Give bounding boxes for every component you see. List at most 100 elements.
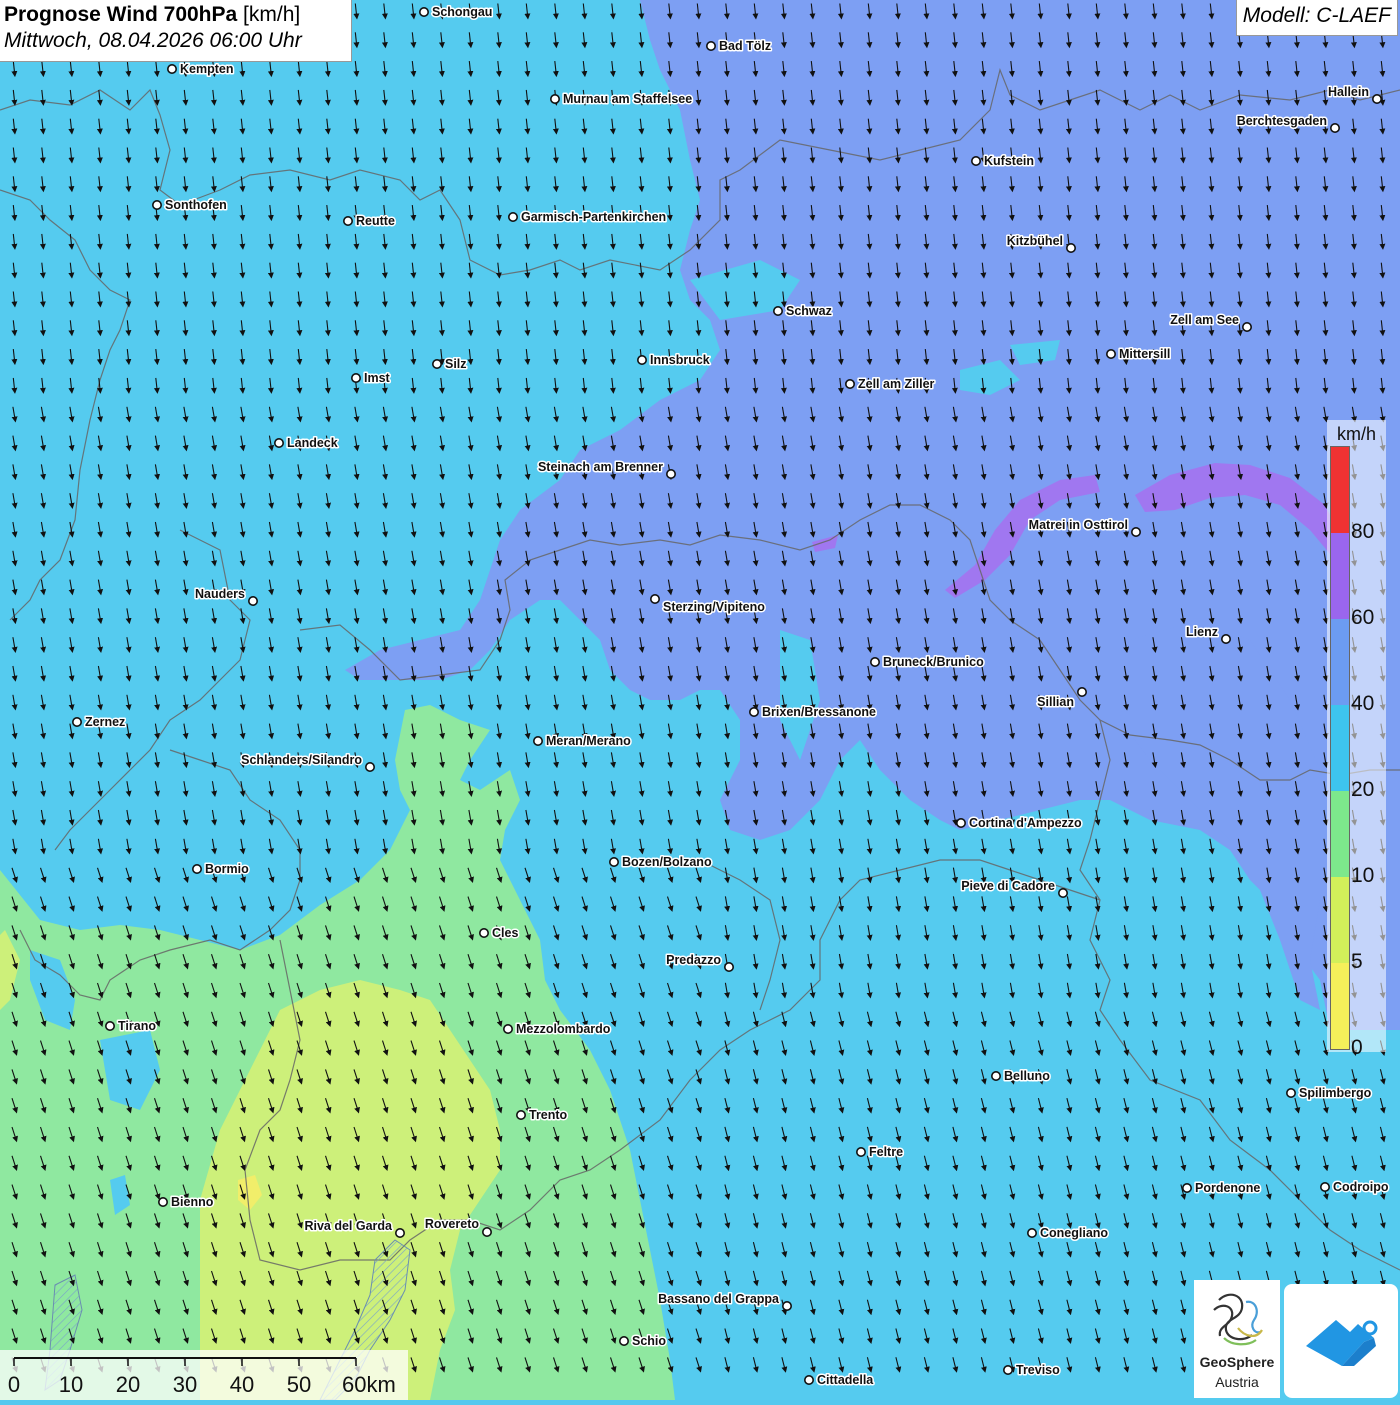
city-marker: Murnau am Staffelsee bbox=[549, 91, 694, 108]
legend-color-band bbox=[1331, 619, 1349, 705]
city-dot-icon bbox=[364, 761, 375, 772]
city-label: Cortina d'Ampezzo bbox=[969, 816, 1082, 830]
city-dot-icon bbox=[1372, 94, 1383, 105]
city-marker: Spilimbergo bbox=[1286, 1085, 1373, 1102]
city-dot-icon bbox=[855, 1147, 866, 1158]
city-dot-icon bbox=[1131, 526, 1142, 537]
city-label: Kufstein bbox=[984, 154, 1034, 168]
city-dot-icon bbox=[844, 378, 855, 389]
city-dot-icon bbox=[1106, 348, 1117, 359]
city-dot-icon bbox=[1058, 887, 1069, 898]
geosphere-swirl-icon bbox=[1213, 1293, 1263, 1346]
city-label: Innsbruck bbox=[650, 353, 710, 367]
legend-color-band bbox=[1331, 705, 1349, 791]
city-label: Pieve di Cadore bbox=[961, 879, 1055, 893]
scale-bar-label: 30 bbox=[173, 1372, 197, 1397]
city-label: Codroipo bbox=[1333, 1180, 1389, 1194]
logo-name-line2: Austria bbox=[1215, 1374, 1259, 1390]
city-dot-icon bbox=[532, 735, 543, 746]
city-label: Cittadella bbox=[817, 1373, 874, 1387]
city-dot-icon bbox=[1027, 1228, 1038, 1239]
city-label: Schwaz bbox=[786, 304, 832, 318]
map-title-box: Prognose Wind 700hPa [km/h] Mittwoch, 08… bbox=[0, 0, 352, 62]
legend-color-band bbox=[1331, 791, 1349, 877]
scale-bar-svg: 0 10 20 30 40 50 60km bbox=[8, 1357, 396, 1397]
city-label: Schlanders/Silandro bbox=[241, 753, 362, 767]
scale-bar: 0 10 20 30 40 50 60km bbox=[0, 1350, 408, 1400]
app-logo bbox=[1284, 1284, 1398, 1398]
legend-tick-label: 80 bbox=[1351, 520, 1375, 543]
city-dot-icon bbox=[618, 1336, 629, 1347]
city-label: Sonthofen bbox=[165, 198, 227, 212]
forecast-datetime: Mittwoch, 08.04.2026 06:00 Uhr bbox=[4, 29, 302, 52]
city-label: Riva del Garda bbox=[304, 1219, 393, 1233]
scale-bar-label: 40 bbox=[230, 1372, 254, 1397]
city-dot-icon bbox=[1320, 1182, 1331, 1193]
city-dot-icon bbox=[1182, 1183, 1193, 1194]
city-dot-icon bbox=[869, 656, 880, 667]
map-title: Prognose Wind 700hPa [km/h] bbox=[4, 3, 351, 27]
city-dot-icon bbox=[167, 64, 178, 75]
city-label: Pordenone bbox=[1195, 1181, 1260, 1195]
city-label: Cles bbox=[492, 926, 518, 940]
color-legend: km/h 0 5 10 20 40 60 80 bbox=[1327, 420, 1386, 1059]
scale-bar-label: 10 bbox=[59, 1372, 83, 1397]
legend-color-band bbox=[1331, 447, 1349, 533]
city-label: Nauders bbox=[195, 587, 245, 601]
legend-color-band bbox=[1331, 963, 1349, 1049]
city-dot-icon bbox=[990, 1071, 1001, 1082]
city-dot-icon bbox=[1242, 321, 1253, 332]
city-label: Kempten bbox=[180, 62, 233, 76]
city-dot-icon bbox=[152, 200, 163, 211]
city-dot-icon bbox=[955, 817, 966, 828]
city-label: Treviso bbox=[1016, 1363, 1060, 1377]
scale-bar-label: 50 bbox=[287, 1372, 311, 1397]
city-label: Reutte bbox=[356, 214, 395, 228]
geosphere-logo: GeoSphere Austria bbox=[1194, 1280, 1280, 1398]
city-dot-icon bbox=[273, 437, 284, 448]
city-dot-icon bbox=[431, 358, 442, 369]
legend-color-bar bbox=[1330, 446, 1350, 1050]
city-dot-icon bbox=[478, 927, 489, 938]
city-label: Bad Tölz bbox=[719, 39, 771, 53]
city-dot-icon bbox=[72, 716, 83, 727]
city-label: Hallein bbox=[1328, 85, 1369, 99]
city-label: Silz bbox=[445, 357, 467, 371]
city-dot-icon bbox=[549, 94, 560, 105]
city-label: Kitzbühel bbox=[1007, 234, 1063, 248]
city-label: Schongau bbox=[432, 5, 492, 19]
city-label: Belluno bbox=[1004, 1069, 1050, 1083]
legend-tick-label: 40 bbox=[1351, 692, 1375, 715]
city-label: Tirano bbox=[118, 1019, 156, 1033]
city-marker: Conegliano bbox=[1027, 1225, 1110, 1242]
city-dot-icon bbox=[970, 156, 981, 167]
city-marker: Zell am Ziller bbox=[844, 376, 936, 393]
city-dot-icon bbox=[502, 1024, 513, 1035]
city-marker: Bozen/Bolzano bbox=[608, 854, 713, 871]
scale-bar-label: 60km bbox=[342, 1372, 396, 1397]
city-dot-icon bbox=[636, 354, 647, 365]
city-label: Feltre bbox=[869, 1145, 903, 1159]
city-dot-icon bbox=[342, 216, 353, 227]
city-label: Bozen/Bolzano bbox=[622, 855, 712, 869]
scale-bar-label: 0 bbox=[8, 1372, 20, 1397]
city-marker: Brixen/Bressanone bbox=[748, 704, 877, 721]
legend-unit: km/h bbox=[1337, 424, 1377, 444]
city-label: Zernez bbox=[85, 715, 125, 729]
city-dot-icon bbox=[665, 468, 676, 479]
legend-tick-label: 5 bbox=[1351, 950, 1363, 973]
city-label: Predazzo bbox=[666, 953, 721, 967]
city-dot-icon bbox=[723, 961, 734, 972]
city-label: Sillian bbox=[1037, 695, 1074, 709]
city-dot-icon bbox=[1002, 1365, 1013, 1376]
city-label: Conegliano bbox=[1040, 1226, 1108, 1240]
legend-tick-label: 10 bbox=[1351, 864, 1375, 887]
city-dot-icon bbox=[481, 1227, 492, 1238]
city-dot-icon bbox=[649, 593, 660, 604]
city-marker: Pordenone bbox=[1182, 1180, 1262, 1197]
wind-map: Schongau Bad Tölz Kempten Murnau am Staffel… bbox=[0, 0, 1400, 1400]
geosphere-app-icon bbox=[1306, 1320, 1378, 1366]
city-marker: Silz bbox=[431, 356, 468, 373]
city-dot-icon bbox=[515, 1110, 526, 1121]
city-label: Brixen/Bressanone bbox=[762, 705, 876, 719]
